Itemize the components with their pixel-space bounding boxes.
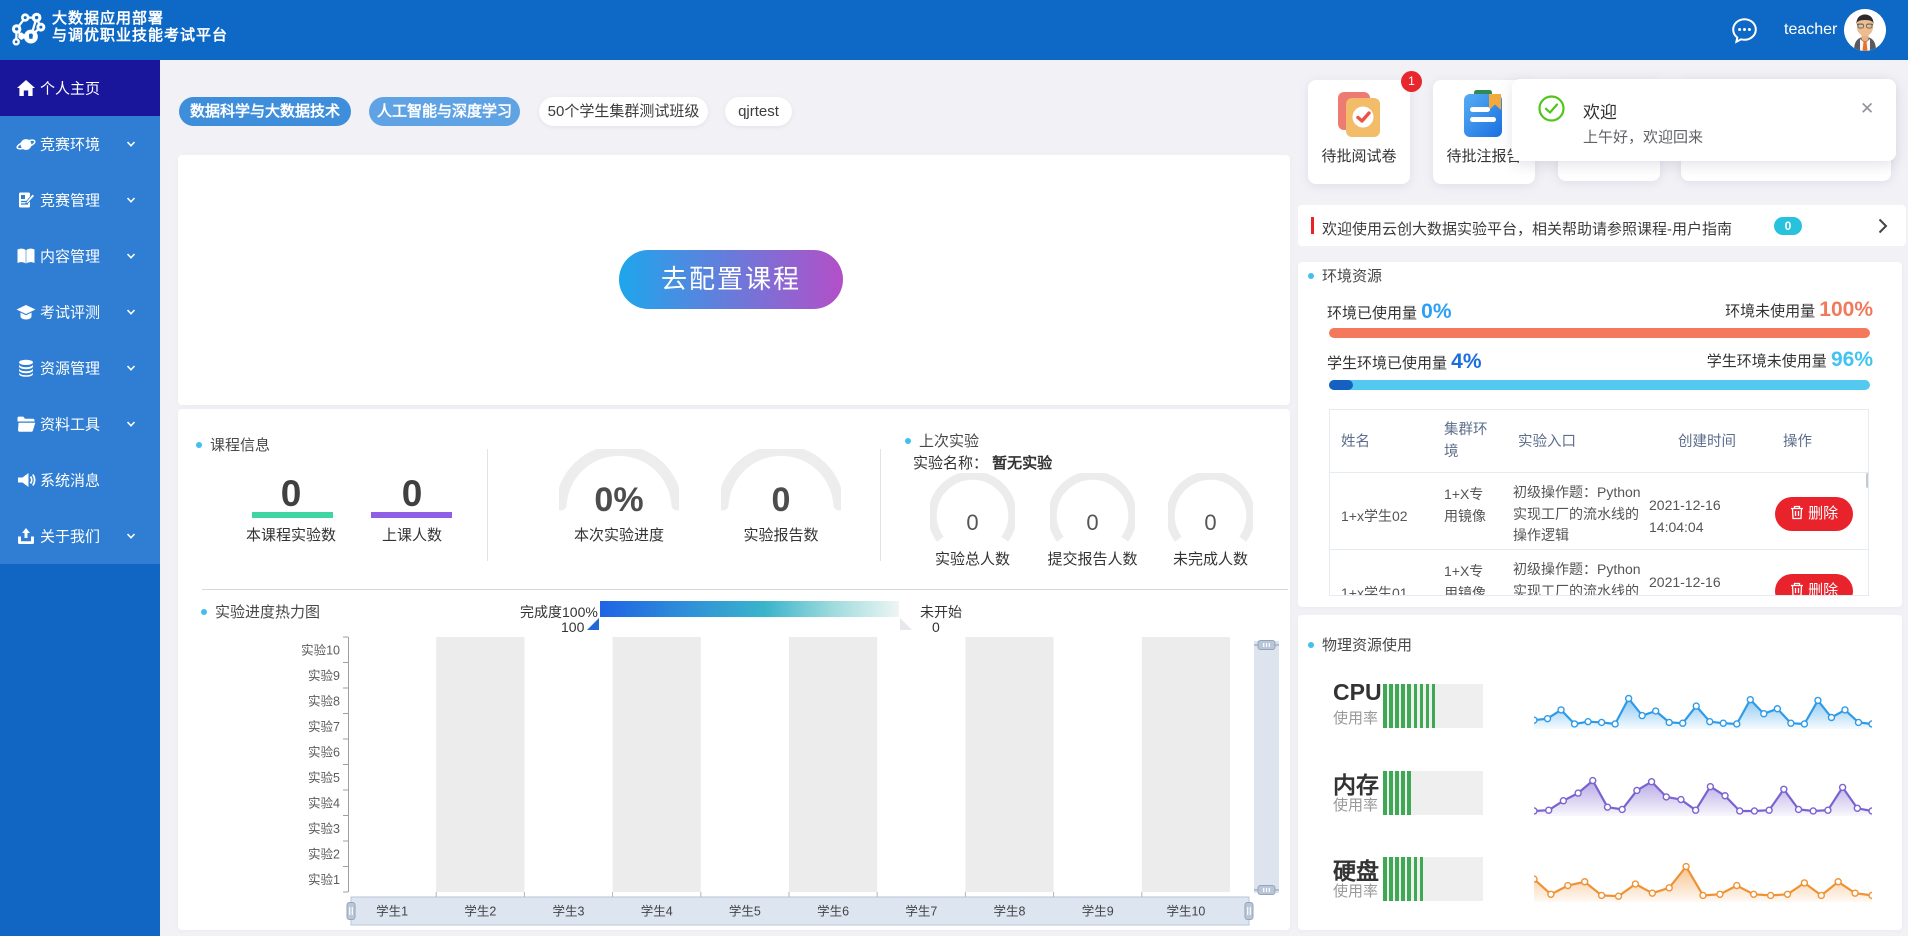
svg-text:实验1: 实验1 <box>308 872 340 887</box>
svg-text:学生3: 学生3 <box>553 904 585 919</box>
svg-text:学生5: 学生5 <box>729 904 761 919</box>
svg-text:学生1: 学生1 <box>376 904 408 919</box>
svg-text:实验5: 实验5 <box>308 770 340 785</box>
svg-text:学生4: 学生4 <box>641 904 673 919</box>
svg-text:实验8: 实验8 <box>308 693 340 708</box>
svg-text:学生2: 学生2 <box>464 904 496 919</box>
svg-text:学生8: 学生8 <box>994 904 1026 919</box>
svg-text:实验7: 实验7 <box>308 719 340 734</box>
svg-text:实验9: 实验9 <box>308 668 340 683</box>
svg-text:实验3: 实验3 <box>308 821 340 836</box>
svg-text:学生9: 学生9 <box>1082 904 1114 919</box>
svg-text:实验6: 实验6 <box>308 744 340 759</box>
svg-text:实验10: 实验10 <box>301 642 340 657</box>
svg-text:实验4: 实验4 <box>308 795 340 810</box>
svg-text:学生6: 学生6 <box>817 904 849 919</box>
svg-text:实验2: 实验2 <box>308 846 340 861</box>
svg-text:学生7: 学生7 <box>905 904 937 919</box>
svg-text:学生10: 学生10 <box>1166 904 1205 919</box>
